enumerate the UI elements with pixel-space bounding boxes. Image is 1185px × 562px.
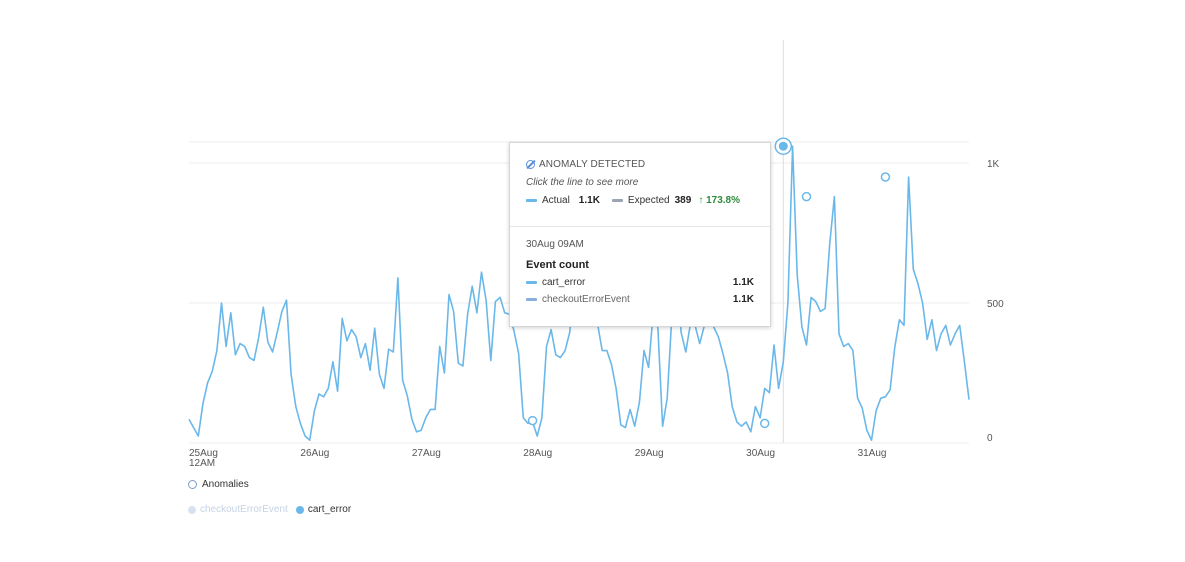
expected-value: 389 bbox=[674, 195, 692, 206]
anomaly-marker[interactable] bbox=[527, 415, 538, 426]
tooltip-header-text: ANOMALY DETECTED bbox=[539, 159, 646, 170]
tooltip-header: ANOMALY DETECTED bbox=[526, 159, 754, 170]
x-tick-label: 27Aug bbox=[412, 448, 441, 459]
y-axis-ticks: 0 500 1K bbox=[987, 159, 1004, 444]
anomaly-detected-icon bbox=[526, 160, 535, 169]
tooltip-series-label: checkoutErrorEvent bbox=[542, 294, 630, 305]
anomaly-marker[interactable] bbox=[759, 418, 770, 429]
tooltip-hint: Click the line to see more bbox=[526, 177, 639, 188]
tooltip-date: 30Aug 09AM bbox=[526, 239, 584, 250]
x-tick-sublabel: 12AM bbox=[189, 458, 215, 469]
legend-item-label: checkoutErrorEvent bbox=[200, 504, 288, 515]
cart-error-swatch bbox=[526, 281, 537, 284]
actual-swatch bbox=[526, 199, 537, 202]
tooltip-series-value: 1.1K bbox=[732, 294, 754, 305]
y-tick-label: 500 bbox=[987, 299, 1004, 310]
x-tick-label: 30Aug bbox=[746, 448, 775, 459]
x-tick-label: 26Aug bbox=[300, 448, 329, 459]
legend-item-checkout-error-event[interactable]: checkoutErrorEvent bbox=[188, 504, 288, 515]
actual-label: Actual bbox=[542, 195, 570, 206]
legend-item-cart-error[interactable]: cart_error bbox=[295, 504, 352, 515]
y-tick-label: 1K bbox=[987, 159, 1000, 170]
x-tick-label: 29Aug bbox=[635, 448, 664, 459]
checkout-error-swatch bbox=[526, 298, 537, 301]
y-tick-label: 0 bbox=[987, 433, 993, 444]
tooltip-summary: ANOMALY DETECTED Click the line to see m… bbox=[510, 143, 770, 227]
anomaly-tooltip[interactable]: ANOMALY DETECTED Click the line to see m… bbox=[509, 142, 771, 327]
tooltip-series-value: 1.1K bbox=[732, 277, 754, 288]
legend-dot-icon bbox=[188, 505, 196, 514]
expected-label: Expected bbox=[627, 195, 670, 206]
delta-percent: ↑ 173.8% bbox=[698, 195, 741, 206]
x-tick-label: 31Aug bbox=[858, 448, 887, 459]
tooltip-series-row: checkoutErrorEvent 1.1K bbox=[526, 294, 754, 305]
anomaly-marker[interactable] bbox=[880, 172, 891, 182]
anomalies-legend-label: Anomalies bbox=[202, 479, 249, 490]
actual-expected-row: Actual 1.1K Expected 389 ↑ 173.8% bbox=[526, 195, 754, 206]
actual-value: 1.1K bbox=[578, 195, 600, 206]
tooltip-metric-title: Event count bbox=[526, 259, 589, 271]
series-legend: checkoutErrorEvent cart_error bbox=[188, 504, 359, 515]
legend-item-label: cart_error bbox=[307, 504, 352, 515]
tooltip-series-row: cart_error 1.1K bbox=[526, 277, 754, 288]
anomalies-legend: Anomalies bbox=[188, 479, 249, 490]
anomaly-marker[interactable] bbox=[801, 191, 812, 202]
tooltip-details: 30Aug 09AM Event count cart_error 1.1K c… bbox=[510, 227, 770, 305]
tooltip-series-label: cart_error bbox=[542, 277, 586, 288]
x-axis-ticks: 25Aug12AM26Aug 27Aug 28Aug 29Aug 30Aug 31Aug bbox=[189, 448, 886, 469]
legend-dot-icon bbox=[295, 505, 304, 514]
anomaly-ring-icon bbox=[188, 480, 197, 489]
anomaly-marker-focus-dot[interactable] bbox=[778, 141, 788, 151]
x-tick-label: 28Aug bbox=[523, 448, 552, 459]
expected-swatch bbox=[611, 199, 623, 202]
